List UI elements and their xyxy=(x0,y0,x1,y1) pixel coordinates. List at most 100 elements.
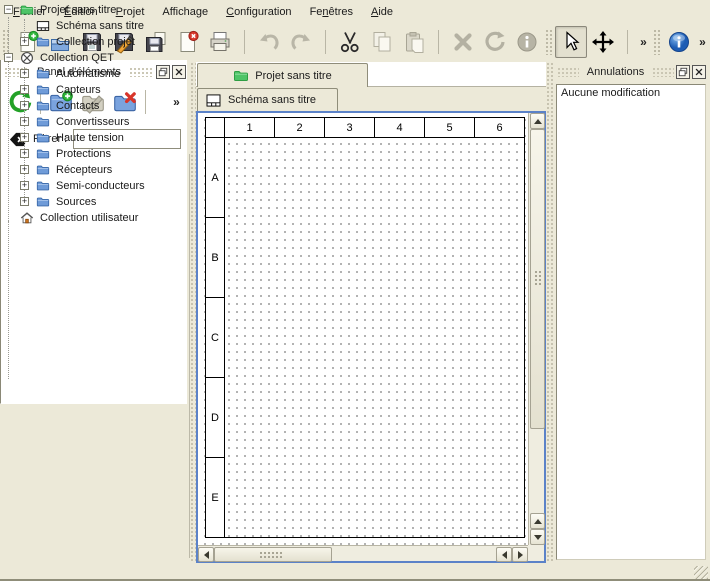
vertical-scroll-thumb[interactable] xyxy=(530,129,545,429)
elements-tree: − Projet sans titreSchéma sans titre + Coll… xyxy=(0,0,187,404)
tree-item-label: Projet sans titre xyxy=(40,2,116,18)
tree-item-label: Convertisseurs xyxy=(56,114,129,130)
horizontal-scrollbar[interactable] xyxy=(198,545,528,561)
schema-row-header: B xyxy=(205,217,225,298)
schema-column-header: 6 xyxy=(474,117,525,138)
tree-item-label: Schéma sans titre xyxy=(56,18,144,34)
close-undo-panel-button[interactable] xyxy=(692,65,706,79)
tree-connector xyxy=(8,221,9,379)
float-undo-panel-button[interactable] xyxy=(676,65,690,79)
schema-column-header: 2 xyxy=(274,117,325,138)
tree-item[interactable]: + Automatisme xyxy=(0,66,187,82)
expand-expander[interactable]: + xyxy=(20,85,29,94)
scroll-left-button[interactable] xyxy=(198,547,214,562)
tree-item[interactable]: − Projet sans titre xyxy=(0,2,187,18)
undo-history-item[interactable]: Aucune modification xyxy=(557,85,705,101)
folder-blue-icon xyxy=(36,35,50,49)
tree-item[interactable]: Collection utilisateur xyxy=(0,210,187,226)
tab-project[interactable]: Projet sans titre xyxy=(197,63,368,87)
scroll-up-button[interactable] xyxy=(530,113,545,129)
tree-item-label: Automatisme xyxy=(56,66,120,82)
folder-blue-icon xyxy=(36,83,50,97)
tree-item[interactable]: − Collection QET xyxy=(0,50,187,66)
thumb-grip xyxy=(534,270,543,286)
schema-row-header: C xyxy=(205,297,225,378)
tree-item-label: Protections xyxy=(56,146,111,162)
tree-item-label: Collection projet xyxy=(56,34,135,50)
expand-expander[interactable]: + xyxy=(20,117,29,126)
close-icon xyxy=(694,67,704,77)
schema-row-header: E xyxy=(205,457,225,538)
schema-icon xyxy=(36,19,50,33)
undo-panel-titlebar: Annulations xyxy=(555,62,708,82)
tree-item[interactable]: + Semi-conducteurs xyxy=(0,178,187,194)
tree-item-label: Contacts xyxy=(56,98,99,114)
collapse-expander[interactable]: − xyxy=(4,53,13,62)
folder-blue-icon xyxy=(36,115,50,129)
tree-item-label: Capteurs xyxy=(56,82,101,98)
tree-item-label: Sources xyxy=(56,194,96,210)
scroll-down-button[interactable] xyxy=(530,529,545,545)
horizontal-scroll-thumb[interactable] xyxy=(214,547,332,562)
tree-item-label: Récepteurs xyxy=(56,162,112,178)
tree-item[interactable]: + Haute tension xyxy=(0,130,187,146)
schema-viewport[interactable]: 123456 ABCDE xyxy=(198,113,528,545)
folder-blue-icon xyxy=(36,67,50,81)
tree-item[interactable]: + Collection projet xyxy=(0,34,187,50)
schema-row-header: A xyxy=(205,137,225,218)
tree-item-label: Semi-conducteurs xyxy=(56,178,145,194)
folder-blue-icon xyxy=(36,131,50,145)
thumb-grip xyxy=(259,551,283,560)
collection-qet-icon xyxy=(20,51,34,65)
titlebar-texture xyxy=(652,67,674,77)
tab-diagram[interactable]: Schéma sans titre xyxy=(197,88,338,111)
float-icon xyxy=(678,67,688,77)
schema-row-header: D xyxy=(205,377,225,458)
window-resize-grip[interactable] xyxy=(694,566,708,579)
expand-expander[interactable]: + xyxy=(20,133,29,142)
folder-blue-icon xyxy=(36,99,50,113)
expand-expander[interactable]: + xyxy=(20,149,29,158)
right-splitter-handle[interactable] xyxy=(546,62,555,562)
diagram-tabbar: Schéma sans titre xyxy=(196,87,546,111)
qelectrotech-window: FichierÉditionProjetAffichageConfigurati… xyxy=(0,0,710,581)
scroll-up-button-2[interactable] xyxy=(530,513,545,529)
expand-expander[interactable]: + xyxy=(20,37,29,46)
scroll-left-button-2[interactable] xyxy=(496,547,512,562)
expand-expander[interactable]: + xyxy=(20,165,29,174)
tab-project-label: Projet sans titre xyxy=(255,70,331,82)
schema-column-header: 4 xyxy=(374,117,425,138)
tab-diagram-label: Schéma sans titre xyxy=(228,94,316,106)
expand-expander[interactable]: + xyxy=(20,197,29,206)
folder-blue-icon xyxy=(36,147,50,161)
scroll-right-button[interactable] xyxy=(512,547,528,562)
expand-expander[interactable]: + xyxy=(20,101,29,110)
schema-column-header: 3 xyxy=(324,117,375,138)
tree-item-label: Collection utilisateur xyxy=(40,210,138,226)
tree-item[interactable]: + Contacts xyxy=(0,98,187,114)
tree-item-label: Collection QET xyxy=(40,50,114,66)
tree-item[interactable]: + Récepteurs xyxy=(0,162,187,178)
collapse-expander[interactable]: − xyxy=(4,5,13,14)
folder-blue-icon xyxy=(36,195,50,209)
schema-drawing-area[interactable] xyxy=(224,137,525,538)
tree-item-label: Haute tension xyxy=(56,130,124,146)
expand-expander[interactable]: + xyxy=(20,181,29,190)
undo-history-list[interactable]: Aucune modification xyxy=(556,84,706,560)
home-icon xyxy=(20,211,34,225)
tree-item[interactable]: + Sources xyxy=(0,194,187,210)
folder-blue-icon xyxy=(36,179,50,193)
expand-expander[interactable]: + xyxy=(20,69,29,78)
schema-view: 123456 ABCDE xyxy=(196,111,546,563)
tree-item[interactable]: + Capteurs xyxy=(0,82,187,98)
tree-item[interactable]: + Convertisseurs xyxy=(0,114,187,130)
tree-item[interactable]: Schéma sans titre xyxy=(0,18,187,34)
schema-corner-cell xyxy=(205,117,225,138)
diagram-icon xyxy=(206,94,221,107)
vertical-scrollbar[interactable] xyxy=(528,113,544,545)
folder-blue-icon xyxy=(36,163,50,177)
folder-green-icon xyxy=(20,3,34,17)
titlebar-texture xyxy=(557,67,579,77)
scrollbar-corner xyxy=(528,545,544,561)
tree-item[interactable]: + Protections xyxy=(0,146,187,162)
